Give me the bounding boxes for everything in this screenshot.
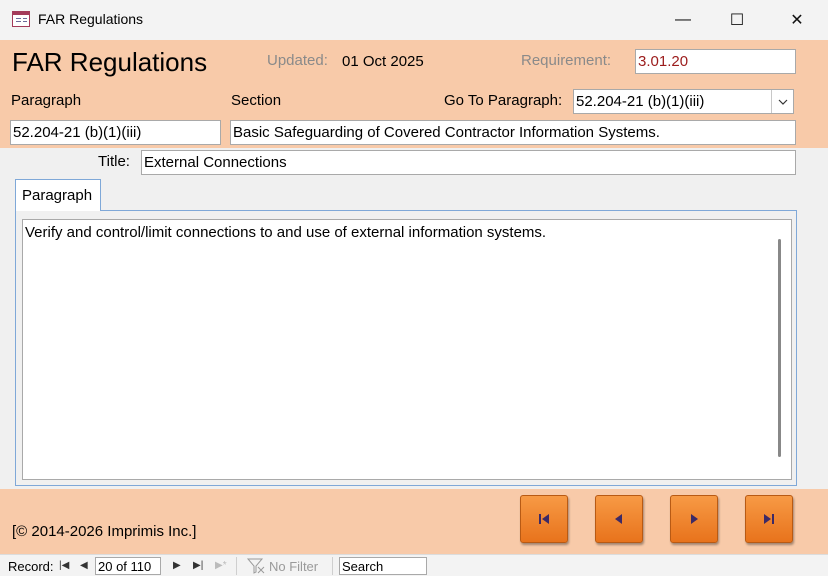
maximize-button[interactable]: ☐ (714, 0, 760, 40)
goto-paragraph-combo[interactable]: 52.204-21 (b)(1)(iii) (573, 89, 794, 114)
filter-icon (246, 557, 266, 576)
vertical-scrollbar[interactable] (778, 239, 781, 457)
previous-record-icon (615, 514, 622, 524)
first-record-nav-icon[interactable]: |◀ (59, 560, 69, 571)
requirement-field[interactable]: 3.01.20 (635, 49, 796, 74)
first-record-button[interactable] (520, 495, 568, 543)
copyright-text: [© 2014-2026 Imprimis Inc.] (12, 523, 197, 540)
form-title: FAR Regulations (12, 47, 208, 77)
goto-paragraph-label: Go To Paragraph: (444, 92, 563, 109)
new-record-nav-icon[interactable]: ▶* (215, 560, 227, 571)
window-titlebar: FAR Regulations — ☐ ✕ (0, 0, 828, 40)
previous-record-button[interactable] (595, 495, 643, 543)
form-header: FAR Regulations Updated: 01 Oct 2025 Req… (0, 40, 828, 148)
no-filter-label[interactable]: No Filter (269, 559, 318, 574)
access-form-icon (12, 11, 30, 27)
paragraph-label: Paragraph (11, 92, 82, 109)
last-record-icon (764, 514, 774, 524)
window-title: FAR Regulations (38, 11, 144, 27)
last-record-button[interactable] (745, 495, 793, 543)
next-record-button[interactable] (670, 495, 718, 543)
last-record-nav-icon[interactable]: ▶| (193, 560, 203, 571)
tab-paragraph[interactable]: Paragraph (15, 179, 101, 211)
minimize-icon: — (675, 11, 691, 28)
next-record-nav-icon[interactable]: ▶ (173, 560, 181, 571)
title-label: Title: (98, 153, 130, 170)
chevron-down-icon[interactable] (771, 90, 793, 113)
section-field[interactable]: Basic Safeguarding of Covered Contractor… (230, 120, 796, 145)
previous-record-nav-icon[interactable]: ◀ (80, 560, 88, 571)
close-button[interactable]: ✕ (774, 0, 820, 40)
updated-value: 01 Oct 2025 (342, 53, 424, 70)
tab-panel-paragraph: Verify and control/limit connections to … (15, 210, 797, 486)
close-icon: ✕ (790, 12, 804, 29)
updated-label: Updated: (267, 52, 328, 69)
next-record-icon (691, 514, 698, 524)
section-label: Section (231, 92, 282, 109)
paragraph-text: Verify and control/limit connections to … (25, 224, 547, 241)
paragraph-text-area[interactable]: Verify and control/limit connections to … (22, 219, 792, 480)
goto-paragraph-value: 52.204-21 (b)(1)(iii) (576, 93, 705, 110)
record-navigation-bar: Record: |◀ ◀ 20 of 110 ▶ ▶| ▶* No Filter… (0, 554, 828, 576)
paragraph-field[interactable]: 52.204-21 (b)(1)(iii) (10, 120, 221, 145)
title-field[interactable]: External Connections (141, 150, 796, 175)
minimize-button[interactable]: — (660, 0, 706, 40)
search-input[interactable]: Search (339, 557, 427, 575)
form-footer: [© 2014-2026 Imprimis Inc.] (0, 489, 828, 554)
record-number-input[interactable]: 20 of 110 (95, 557, 161, 575)
requirement-label: Requirement: (521, 52, 612, 69)
maximize-icon: ☐ (729, 12, 745, 29)
first-record-icon (539, 514, 549, 524)
record-label: Record: (8, 559, 54, 574)
form-body: Title: External Connections Paragraph Ve… (0, 148, 828, 489)
